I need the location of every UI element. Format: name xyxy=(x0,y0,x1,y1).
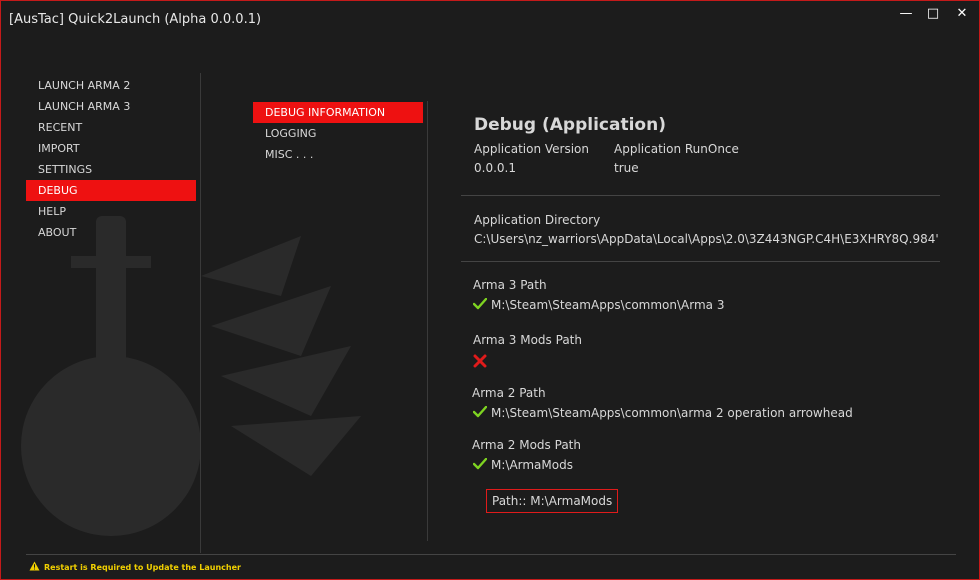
minimize-button[interactable]: — xyxy=(894,5,918,23)
sidebar-item-launch-arma-2[interactable]: LAUNCH ARMA 2 xyxy=(26,75,196,96)
restart-warning-text: Restart is Required to Update the Launch… xyxy=(44,563,241,572)
sidebar-nav: LAUNCH ARMA 2 LAUNCH ARMA 3 RECENT IMPOR… xyxy=(26,75,196,243)
window-title: [AusTac] Quick2Launch (Alpha 0.0.0.1) xyxy=(9,12,262,27)
check-icon xyxy=(473,406,487,418)
subnav-item-misc[interactable]: MISC . . . xyxy=(253,144,423,165)
sidebar-item-recent[interactable]: RECENT xyxy=(26,117,196,138)
arma3-path-label: Arma 3 Path xyxy=(473,278,547,292)
sidebar-item-debug[interactable]: DEBUG xyxy=(26,180,196,201)
sidebar-item-settings[interactable]: SETTINGS xyxy=(26,159,196,180)
sidebar-divider xyxy=(200,73,201,553)
app-window: [AusTac] Quick2Launch (Alpha 0.0.0.1) — … xyxy=(0,0,980,580)
arma2-mods-value: M:\ArmaMods xyxy=(491,458,573,472)
maximize-button[interactable]: □ xyxy=(921,5,945,23)
arma2-path-row: M:\Steam\SteamApps\common\arma 2 operati… xyxy=(473,406,853,420)
subnav-divider xyxy=(427,101,428,541)
arma3-path-row: M:\Steam\SteamApps\common\Arma 3 xyxy=(473,298,724,312)
arma2-mods-label: Arma 2 Mods Path xyxy=(472,438,581,452)
arma2-path-value: M:\Steam\SteamApps\common\arma 2 operati… xyxy=(491,406,853,420)
check-icon xyxy=(473,298,487,310)
arma2-path-label: Arma 2 Path xyxy=(472,386,546,400)
emblem-watermark-icon xyxy=(21,216,361,536)
app-version-value: 0.0.0.1 xyxy=(474,161,516,175)
arma3-mods-row xyxy=(473,354,487,369)
path-display-box: Path:: M:\ArmaMods xyxy=(486,489,619,513)
section-divider xyxy=(461,195,940,196)
footer-divider xyxy=(26,554,956,555)
app-version-label: Application Version xyxy=(474,142,589,156)
sidebar-item-import[interactable]: IMPORT xyxy=(26,138,196,159)
arma3-mods-label: Arma 3 Mods Path xyxy=(473,333,582,347)
sidebar-item-help[interactable]: HELP xyxy=(26,201,196,222)
sidebar-item-launch-arma-3[interactable]: LAUNCH ARMA 3 xyxy=(26,96,196,117)
arma2-mods-row: M:\ArmaMods xyxy=(473,458,573,472)
restart-warning: Restart is Required to Update the Launch… xyxy=(29,561,241,572)
cross-icon xyxy=(473,354,487,368)
subnav-item-debug-information[interactable]: DEBUG INFORMATION xyxy=(253,102,423,123)
section-divider xyxy=(461,261,940,262)
warning-icon xyxy=(29,561,40,571)
title-bar[interactable]: [AusTac] Quick2Launch (Alpha 0.0.0.1) — … xyxy=(1,1,979,41)
app-directory-label: Application Directory xyxy=(474,213,601,227)
subnav-item-logging[interactable]: LOGGING xyxy=(253,123,423,144)
debug-subnav: DEBUG INFORMATION LOGGING MISC . . . xyxy=(253,102,423,165)
sidebar-item-about[interactable]: ABOUT xyxy=(26,222,196,243)
page-title: Debug (Application) xyxy=(474,115,666,135)
run-once-value: true xyxy=(614,161,639,175)
app-directory-value: C:\Users\nz_warriors\AppData\Local\Apps\… xyxy=(474,232,939,246)
check-icon xyxy=(473,458,487,470)
run-once-label: Application RunOnce xyxy=(614,142,739,156)
arma3-path-value: M:\Steam\SteamApps\common\Arma 3 xyxy=(491,298,725,312)
close-button[interactable]: ✕ xyxy=(950,5,974,23)
